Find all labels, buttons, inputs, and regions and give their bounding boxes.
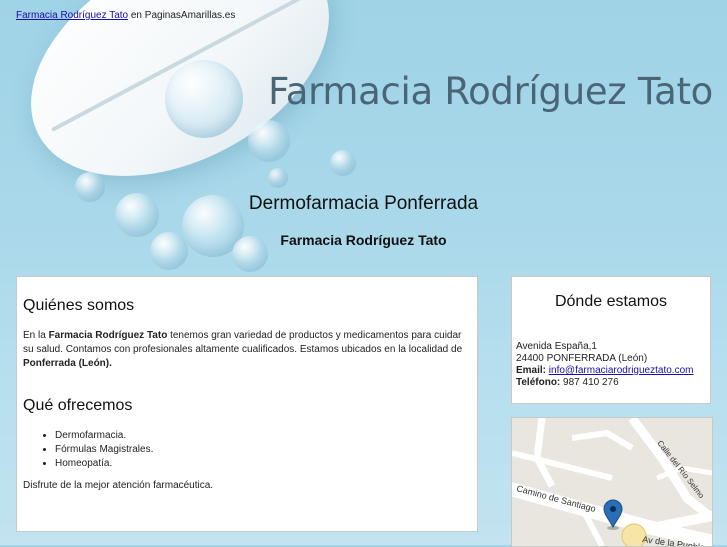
email-link[interactable]: info@farmaciarodrigueztato.com [549,365,694,376]
phone-label: Teléfono: [516,377,561,388]
location-panel: Dónde estamos Avenida España,1 24400 PON… [511,276,711,404]
about-heading: Quiénes somos [23,297,135,314]
bubble [268,168,288,188]
about-paragraph: En la Farmacia Rodríguez Tato tenemos gr… [23,329,471,371]
map-canvas[interactable]: Camino de Santiago Calle del Río Selmo A… [512,418,712,546]
offer-list: Dermofarmacia. Fórmulas Magistrales. Hom… [23,429,471,471]
location-heading: Dónde estamos [554,293,668,310]
city-line: 24400 PONFERRADA (León) [516,353,648,364]
directory-link[interactable]: Farmacia Rodríguez Tato [16,10,128,21]
email-label: Email: [516,365,547,376]
offer-heading: Qué ofrecemos [23,397,133,414]
bubble [248,120,290,162]
about-pharmacy-name: Farmacia Rodríguez Tato [48,330,168,341]
list-item: Dermofarmacia. [55,429,471,443]
page-subtitle: Farmacia Rodríguez Tato [280,232,447,248]
phone-value: 987 410 276 [560,377,619,388]
about-location: Ponferrada (León). [23,358,112,369]
directory-bar: Farmacia Rodríguez Tato en PaginasAmaril… [16,10,235,21]
location-map[interactable]: Camino de Santiago Calle del Río Selmo A… [511,417,713,547]
directory-suffix: en PaginasAmarillas.es [128,10,236,21]
bubble [165,60,243,138]
email-line: Email: info@farmaciarodrigueztato.com [516,365,706,377]
main-content-panel: Quiénes somos En la Farmacia Rodríguez T… [16,276,478,532]
bubble [330,150,356,176]
list-item: Fórmulas Magistrales. [55,443,471,457]
page-title: Dermofarmacia Ponferrada [248,193,479,214]
list-item: Homeopatía. [55,457,471,471]
brand-logo-text: Farmacia Rodríguez Tato [268,70,713,113]
about-text: En la [23,330,49,341]
closing-text: Disfrute de la mejor atención farmacéuti… [23,480,214,491]
address-line: Avenida España,1 [516,341,597,352]
phone-line: Teléfono: 987 410 276 [516,377,706,389]
